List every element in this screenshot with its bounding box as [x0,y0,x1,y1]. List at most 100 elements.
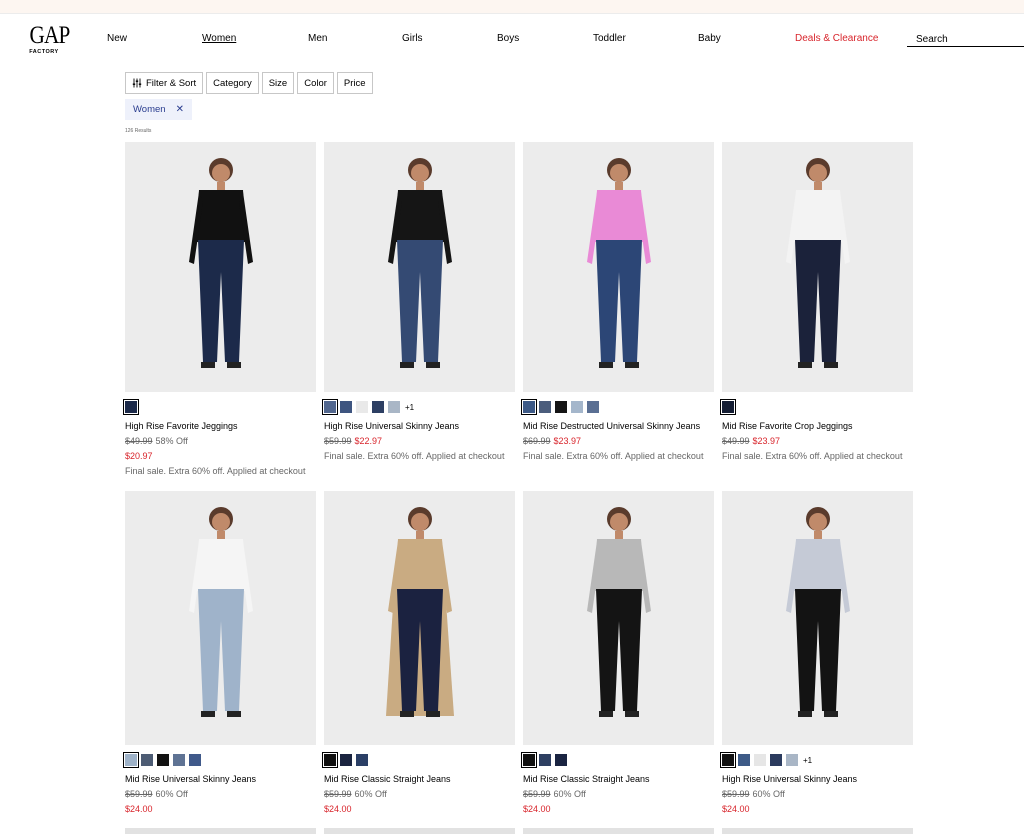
color-swatch[interactable] [173,754,185,766]
product-name[interactable]: Mid Rise Universal Skinny Jeans [125,774,316,784]
product-card[interactable]: +1 High Rise Universal Skinny Jeans $59.… [720,491,913,814]
color-swatch[interactable] [754,754,766,766]
product-name[interactable]: Mid Rise Destructed Universal Skinny Jea… [523,421,714,431]
color-swatches [521,399,714,415]
product-card[interactable]: +1 High Rise Universal Skinny Jeans $59.… [322,142,515,461]
color-swatches [521,752,714,768]
color-swatch[interactable] [157,754,169,766]
color-swatches: +1 [720,752,913,768]
color-swatch[interactable] [738,754,750,766]
search-input[interactable] [907,31,1024,48]
nav-women[interactable]: Women [202,33,236,44]
color-swatch[interactable] [123,399,139,415]
color-swatch[interactable] [123,752,139,768]
color-swatch[interactable] [770,754,782,766]
product-image[interactable] [722,491,913,745]
product-card[interactable]: Mid Rise Classic Straight Jeans $59.99 60… [521,491,714,814]
active-filter-chip[interactable]: Women ✕ [125,99,192,120]
sale-price: $22.97 [354,436,383,446]
nav-deals[interactable]: Deals & Clearance [795,33,878,44]
color-swatch[interactable] [340,401,352,413]
size-filter-button[interactable]: Size [261,72,295,94]
product-name[interactable]: Mid Rise Classic Straight Jeans [324,774,515,784]
color-swatch[interactable] [340,754,352,766]
color-swatch[interactable] [555,401,567,413]
product-card[interactable]: Mid Rise Universal Skinny Jeans $59.99 60… [123,491,316,814]
logo-wordmark: GAP [29,22,71,49]
price-row: $49.99 58% Off [125,436,316,446]
color-swatches [720,399,913,415]
product-image[interactable] [324,491,515,745]
product-image[interactable] [125,491,316,745]
nav-men[interactable]: Men [308,33,327,44]
color-filter-button[interactable]: Color [297,72,334,94]
price-filter-button[interactable]: Price [336,72,373,94]
product-name[interactable]: High Rise Favorite Jeggings [125,421,316,431]
sale-price: $24.00 [523,804,551,814]
category-filter-button[interactable]: Category [206,72,259,94]
model-figure [189,158,253,368]
color-swatch[interactable] [388,401,400,413]
product-image[interactable] [324,142,515,392]
more-colors[interactable]: +1 [803,756,812,765]
color-swatch[interactable] [322,399,338,415]
product-image[interactable] [523,142,714,392]
nav-toddler[interactable]: Toddler [593,33,626,44]
color-swatch[interactable] [539,401,551,413]
product-card[interactable]: High Rise Favorite Jeggings $49.99 58% Of… [123,142,316,476]
color-swatch[interactable] [322,752,338,768]
product-image[interactable] [125,142,316,392]
sale-price: $23.97 [752,436,781,446]
nav-baby[interactable]: Baby [698,33,721,44]
discount-label: 60% Off [553,789,586,799]
price-row: $69.99 $23.97 [523,436,714,446]
color-swatch[interactable] [141,754,153,766]
color-swatch[interactable] [189,754,201,766]
promo-text: Final sale. Extra 60% off. Applied at ch… [523,451,704,461]
color-swatch[interactable] [720,752,736,768]
discount-label: 58% Off [155,436,188,446]
color-swatch[interactable] [356,754,368,766]
discount-label: 60% Off [354,789,387,799]
sale-price: $24.00 [125,804,153,814]
remove-filter-icon[interactable]: ✕ [176,104,184,115]
model-figure [388,158,452,368]
color-swatch[interactable] [521,752,537,768]
product-card[interactable]: Mid Rise Favorite Crop Jeggings $49.99 $2… [720,142,913,461]
color-swatch[interactable] [539,754,551,766]
color-swatch[interactable] [356,401,368,413]
original-price: $59.99 [722,789,750,799]
color-swatch[interactable] [571,401,583,413]
model-figure [786,507,850,717]
nav-new[interactable]: New [107,33,127,44]
brand-logo[interactable]: GAP FACTORY [27,22,71,55]
product-name[interactable]: High Rise Universal Skinny Jeans [722,774,913,784]
color-swatch[interactable] [786,754,798,766]
color-swatches [322,752,515,768]
site-header: GAP FACTORY New Women Men Girls Boys Tod… [0,14,1024,64]
price-row: $59.99 60% Off [125,789,316,799]
nav-girls[interactable]: Girls [402,33,423,44]
product-name[interactable]: Mid Rise Classic Straight Jeans [523,774,714,784]
product-image[interactable] [523,491,714,745]
product-card[interactable]: Mid Rise Classic Straight Jeans $59.99 60… [322,491,515,814]
sliders-icon [132,78,142,88]
product-card[interactable]: Mid Rise Destructed Universal Skinny Jea… [521,142,714,461]
product-image[interactable] [722,142,913,392]
nav-boys[interactable]: Boys [497,33,519,44]
color-swatches [123,752,316,768]
color-swatch[interactable] [587,401,599,413]
product-name[interactable]: Mid Rise Favorite Crop Jeggings [722,421,913,431]
filter-sort-button[interactable]: Filter & Sort [125,72,204,94]
more-colors[interactable]: +1 [405,403,414,412]
color-swatches: +1 [322,399,515,415]
price-row: $59.99 60% Off [324,789,515,799]
original-price: $69.99 [523,436,551,446]
color-swatch[interactable] [521,399,537,415]
color-swatch[interactable] [555,754,567,766]
color-swatch[interactable] [720,399,736,415]
color-swatch[interactable] [372,401,384,413]
product-name[interactable]: High Rise Universal Skinny Jeans [324,421,515,431]
model-figure [786,158,850,368]
promo-text: Final sale. Extra 60% off. Applied at ch… [125,466,306,476]
